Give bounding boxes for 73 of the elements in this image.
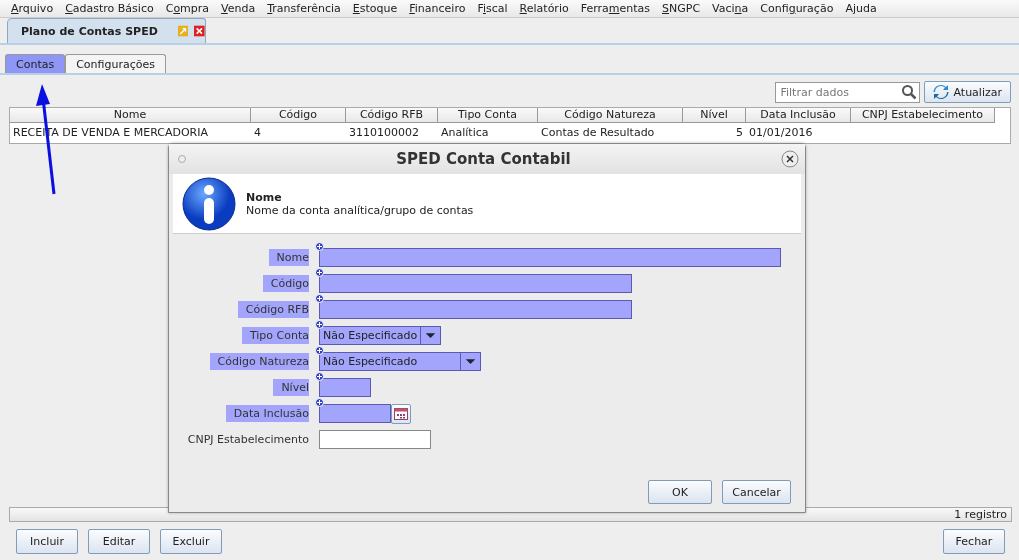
search-field[interactable]: Filtrar dados [775,81,921,103]
calendar-button[interactable] [391,404,411,424]
text-field[interactable] [319,300,632,319]
document-tab[interactable]: Plano de Contas SPED [7,18,206,43]
refresh-button[interactable]: Atualizar [924,81,1011,103]
menu-item[interactable]: Fiscal [471,2,514,15]
action-button[interactable]: Incluir [16,528,78,554]
table-cell-text: 01/01/2016 [748,126,814,139]
column-header[interactable]: Nome [10,108,251,123]
menu-item[interactable]: Financeiro [403,2,472,15]
required-icon [315,398,324,407]
menu-item[interactable]: SNGPC [656,2,707,15]
close-icon[interactable] [194,24,205,38]
dialog-title: SPED Conta Contabil [396,150,571,168]
menu-item[interactable]: Transferência [261,2,347,15]
field-label: Código RFB [237,301,309,318]
menu-item[interactable]: Configuração [754,2,840,15]
action-button[interactable]: Editar [88,528,150,554]
dialog-button[interactable]: OK [648,480,712,504]
table-cell-text: 3110100002 [348,126,420,139]
date-field[interactable] [319,404,391,423]
dialog-button[interactable]: Cancelar [722,480,791,504]
field-label: Tipo Conta [241,327,309,344]
maximize-icon[interactable] [177,24,189,38]
refresh-icon [933,84,950,100]
tab[interactable]: Configurações [65,54,166,73]
table-cell-text: Contas de Resultado [540,126,656,139]
column-header[interactable]: CNPJ Estabelecimento [851,108,995,123]
menu-item[interactable]: Ferramentas [574,2,656,15]
text-field[interactable] [319,274,632,293]
close-icon[interactable] [781,150,799,168]
table-cell-text: 4 [253,126,262,139]
required-icon [315,372,324,381]
text-field[interactable] [319,430,431,449]
field-label: Código [262,275,309,292]
column-header[interactable]: Nível [683,108,746,123]
required-icon [315,294,324,303]
field-label: Nome [268,249,309,266]
menu-item[interactable]: Cadastro Básico [59,2,160,15]
table-cell-text: 5 [735,126,744,139]
search-icon [901,83,918,100]
menu-item[interactable]: Vacina [706,2,755,15]
calendar-icon [394,408,408,420]
column-header[interactable]: Tipo Conta [438,108,538,123]
field-label: Código Natureza [209,353,309,370]
required-icon [315,346,324,355]
required-icon [315,320,324,329]
text-field[interactable] [319,248,781,267]
required-icon [315,242,324,251]
menu-item[interactable]: Estoque [346,2,404,15]
dropdown[interactable]: Não Especificado [319,326,441,345]
column-header[interactable]: Código [251,108,346,123]
close-button[interactable]: Fechar [943,528,1005,554]
info-title: Nome [246,190,283,204]
menu-item[interactable]: Compra [159,2,216,15]
column-header[interactable]: Código RFB [346,108,438,123]
column-header[interactable]: Data Inclusão [746,108,851,123]
menu-item[interactable]: Venda [215,2,262,15]
table-cell-text: Analítica [440,126,490,139]
required-icon [315,268,324,277]
dropdown[interactable]: Não Especificado [319,352,481,371]
menu-item[interactable]: Relatório [513,2,575,15]
menu-item[interactable]: Arquivo [5,2,60,15]
text-field[interactable] [319,378,371,397]
tab[interactable]: Contas [5,54,66,73]
field-label: Data Inclusão [225,405,309,422]
column-header[interactable]: Código Natureza [538,108,683,123]
field-label: CNPJ Estabelecimento [187,432,309,448]
menu-item[interactable]: Ajuda [839,2,883,15]
field-label: Nível [273,379,309,396]
action-button[interactable]: Excluir [160,528,222,554]
window-dot-icon [178,155,186,163]
info-text: Nome da conta analítica/grupo de contas [246,203,474,217]
